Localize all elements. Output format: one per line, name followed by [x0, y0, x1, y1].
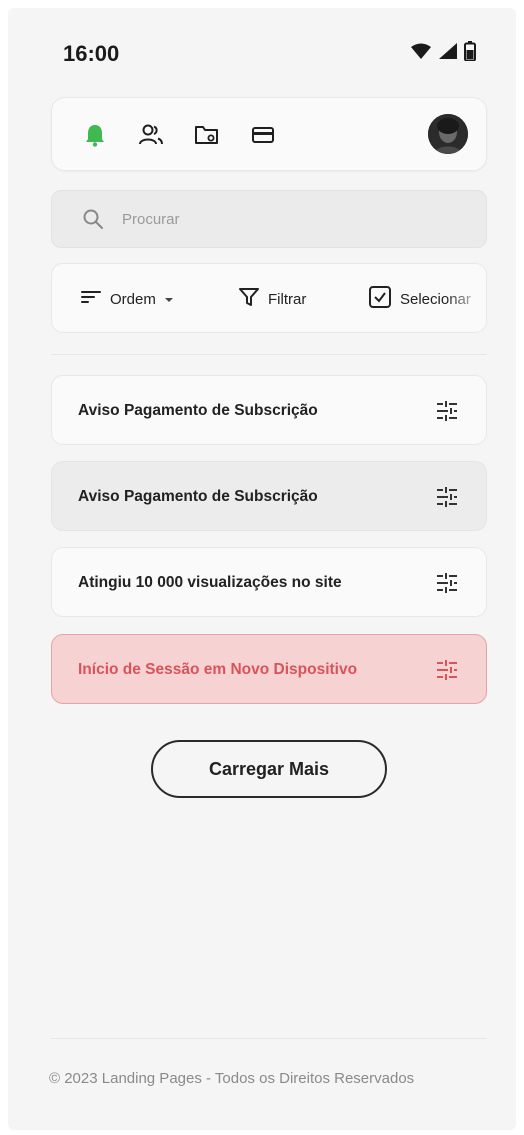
load-more-button[interactable]: Carregar Mais	[151, 740, 387, 798]
notification-item[interactable]: Aviso Pagamento de Subscrição	[51, 461, 487, 531]
search-box	[51, 190, 487, 248]
text-fade	[368, 558, 408, 608]
text-fade	[368, 472, 408, 522]
settings-sliders-icon[interactable]	[434, 398, 460, 424]
chevron-down-icon	[164, 291, 174, 308]
search-icon	[82, 208, 104, 235]
top-nav	[51, 97, 487, 171]
filter-label: Filtrar	[268, 290, 307, 308]
sort-button[interactable]: Ordem	[80, 264, 174, 332]
status-icons	[410, 41, 476, 66]
sort-icon	[80, 288, 102, 310]
folder-settings-icon[interactable]	[194, 122, 220, 148]
notification-title: Início de Sessão em Novo Dispositivo	[78, 661, 358, 678]
avatar[interactable]	[428, 114, 468, 154]
settings-sliders-icon[interactable]	[434, 657, 460, 683]
bell-icon[interactable]	[82, 122, 108, 148]
notification-item[interactable]: Atingiu 10 000 visualizações no site	[51, 547, 487, 617]
cellular-signal-icon	[438, 42, 458, 65]
toolbar-fade	[446, 264, 486, 332]
settings-sliders-icon[interactable]	[434, 484, 460, 510]
footer-copyright: © 2023 Landing Pages - Todos os Direitos…	[49, 1070, 415, 1087]
settings-sliders-icon[interactable]	[434, 570, 460, 596]
filter-button[interactable]: Filtrar	[238, 264, 307, 332]
wifi-icon	[410, 42, 432, 65]
notification-item[interactable]: Aviso Pagamento de Subscrição	[51, 375, 487, 445]
notification-title: Aviso Pagamento de Subscrição	[78, 488, 318, 505]
list-toolbar: Ordem Filtrar Selecionar	[51, 263, 487, 333]
divider	[51, 354, 487, 355]
battery-icon	[464, 41, 476, 66]
status-time: 16:00	[63, 41, 120, 66]
credit-card-icon[interactable]	[250, 122, 276, 148]
status-bar: 16:00	[8, 8, 516, 98]
notification-title: Aviso Pagamento de Subscrição	[78, 402, 318, 419]
notification-title: Atingiu 10 000 visualizações no site	[78, 574, 342, 591]
search-input[interactable]	[122, 191, 462, 247]
checkbox-icon	[368, 285, 392, 313]
filter-icon	[238, 286, 260, 312]
users-icon[interactable]	[138, 122, 164, 148]
app-screen: 16:00 Procurar Ordem Filtrar Selecionar …	[8, 8, 516, 1130]
sort-label: Ordem	[110, 290, 156, 308]
text-fade	[368, 645, 408, 695]
notification-item-alert[interactable]: Início de Sessão em Novo Dispositivo	[51, 634, 487, 704]
divider	[51, 1038, 487, 1039]
text-fade	[368, 386, 408, 436]
